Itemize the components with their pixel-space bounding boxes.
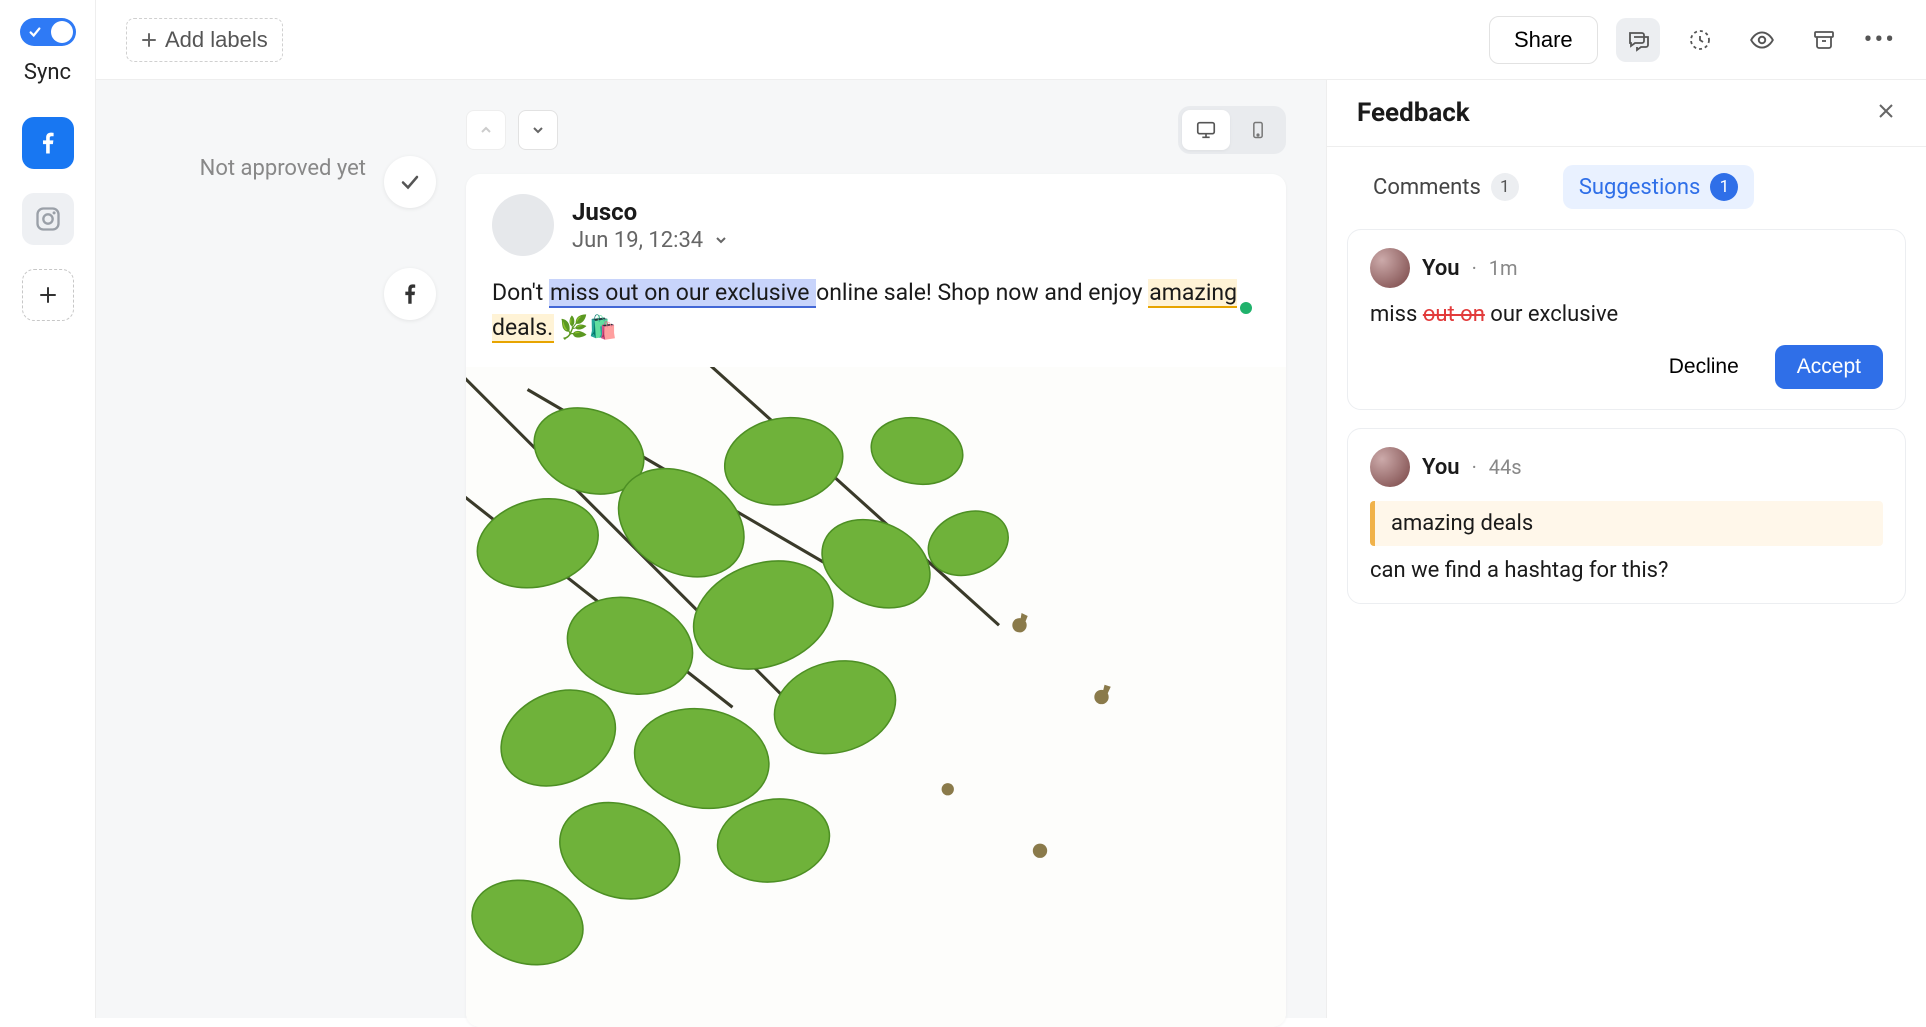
more-menu-button[interactable]: ••• <box>1864 25 1896 55</box>
sync-toggle[interactable] <box>20 18 76 46</box>
user-avatar <box>1370 447 1410 487</box>
left-rail: Sync <box>0 0 96 1018</box>
clock-dashed-icon <box>1688 28 1712 52</box>
suggestion-text: miss out on our exclusive <box>1370 302 1883 327</box>
feedback-panel: Feedback Comments 1 Suggestions 1 <box>1326 80 1926 1018</box>
chevron-down-icon <box>530 122 546 138</box>
post-datetime[interactable]: Jun 19, 12:34 <box>572 228 729 253</box>
sync-label: Sync <box>24 60 71 85</box>
archive-button[interactable] <box>1802 18 1846 62</box>
device-desktop-button[interactable] <box>1182 110 1230 150</box>
close-feedback-button[interactable] <box>1876 98 1896 128</box>
post-channel-facebook[interactable] <box>384 268 436 320</box>
top-bar: Add labels Share ••• <box>96 0 1926 80</box>
chat-icon <box>1626 28 1650 52</box>
preview-button[interactable] <box>1740 18 1784 62</box>
post-body[interactable]: Don't miss out on our exclusive online s… <box>466 266 1286 367</box>
prev-post-button[interactable] <box>466 110 506 150</box>
chevron-down-icon <box>713 232 729 248</box>
close-icon <box>1876 101 1896 121</box>
instagram-icon <box>34 205 62 233</box>
facebook-icon <box>397 281 423 307</box>
decline-suggestion-button[interactable]: Decline <box>1649 345 1759 389</box>
suggestion-highlight[interactable]: miss out on our exclusive <box>549 279 816 308</box>
desktop-icon <box>1195 119 1217 141</box>
suggestion-time: 1m <box>1489 256 1518 280</box>
feedback-panel-toggle[interactable] <box>1616 18 1660 62</box>
add-labels-text: Add labels <box>165 27 268 53</box>
chevron-up-icon <box>478 122 494 138</box>
post-image <box>466 367 1286 1027</box>
comment-card[interactable]: You · 44s amazing deals can we find a ha… <box>1347 428 1906 604</box>
suggestion-author: You <box>1422 256 1460 281</box>
add-channel-button[interactable] <box>22 269 74 321</box>
suggestion-card[interactable]: You · 1m miss out on our exclusive Decli… <box>1347 229 1906 410</box>
post-author: Jusco <box>572 198 729 226</box>
device-toggle <box>1178 106 1286 154</box>
eye-icon <box>1749 27 1775 53</box>
archive-icon <box>1812 28 1836 52</box>
facebook-icon <box>34 129 62 157</box>
post-preview-card: Jusco Jun 19, 12:34 Don't miss out on ou… <box>466 174 1286 1027</box>
tab-suggestions[interactable]: Suggestions 1 <box>1563 165 1755 209</box>
comments-count-badge: 1 <box>1491 173 1519 201</box>
comment-quote: amazing deals <box>1370 501 1883 546</box>
approve-button[interactable] <box>384 156 436 208</box>
comment-author: You <box>1422 455 1460 480</box>
history-button[interactable] <box>1678 18 1722 62</box>
next-post-button[interactable] <box>518 110 558 150</box>
comment-text: can we find a hashtag for this? <box>1370 558 1883 583</box>
suggestions-count-badge: 1 <box>1710 173 1738 201</box>
feedback-title: Feedback <box>1357 98 1470 128</box>
comment-time: 44s <box>1489 455 1522 479</box>
post-avatar <box>492 194 554 256</box>
facebook-channel-button[interactable] <box>22 117 74 169</box>
instagram-channel-button[interactable] <box>22 193 74 245</box>
plus-icon <box>38 285 58 305</box>
device-mobile-button[interactable] <box>1234 110 1282 150</box>
presence-indicator <box>1240 302 1252 314</box>
add-labels-button[interactable]: Add labels <box>126 18 283 62</box>
plus-icon <box>141 32 157 48</box>
accept-suggestion-button[interactable]: Accept <box>1775 345 1883 389</box>
approval-status-text: Not approved yet <box>200 156 366 181</box>
mobile-icon <box>1248 120 1268 140</box>
tab-comments[interactable]: Comments 1 <box>1357 165 1535 209</box>
user-avatar <box>1370 248 1410 288</box>
share-button[interactable]: Share <box>1489 16 1598 64</box>
check-icon <box>398 170 422 194</box>
